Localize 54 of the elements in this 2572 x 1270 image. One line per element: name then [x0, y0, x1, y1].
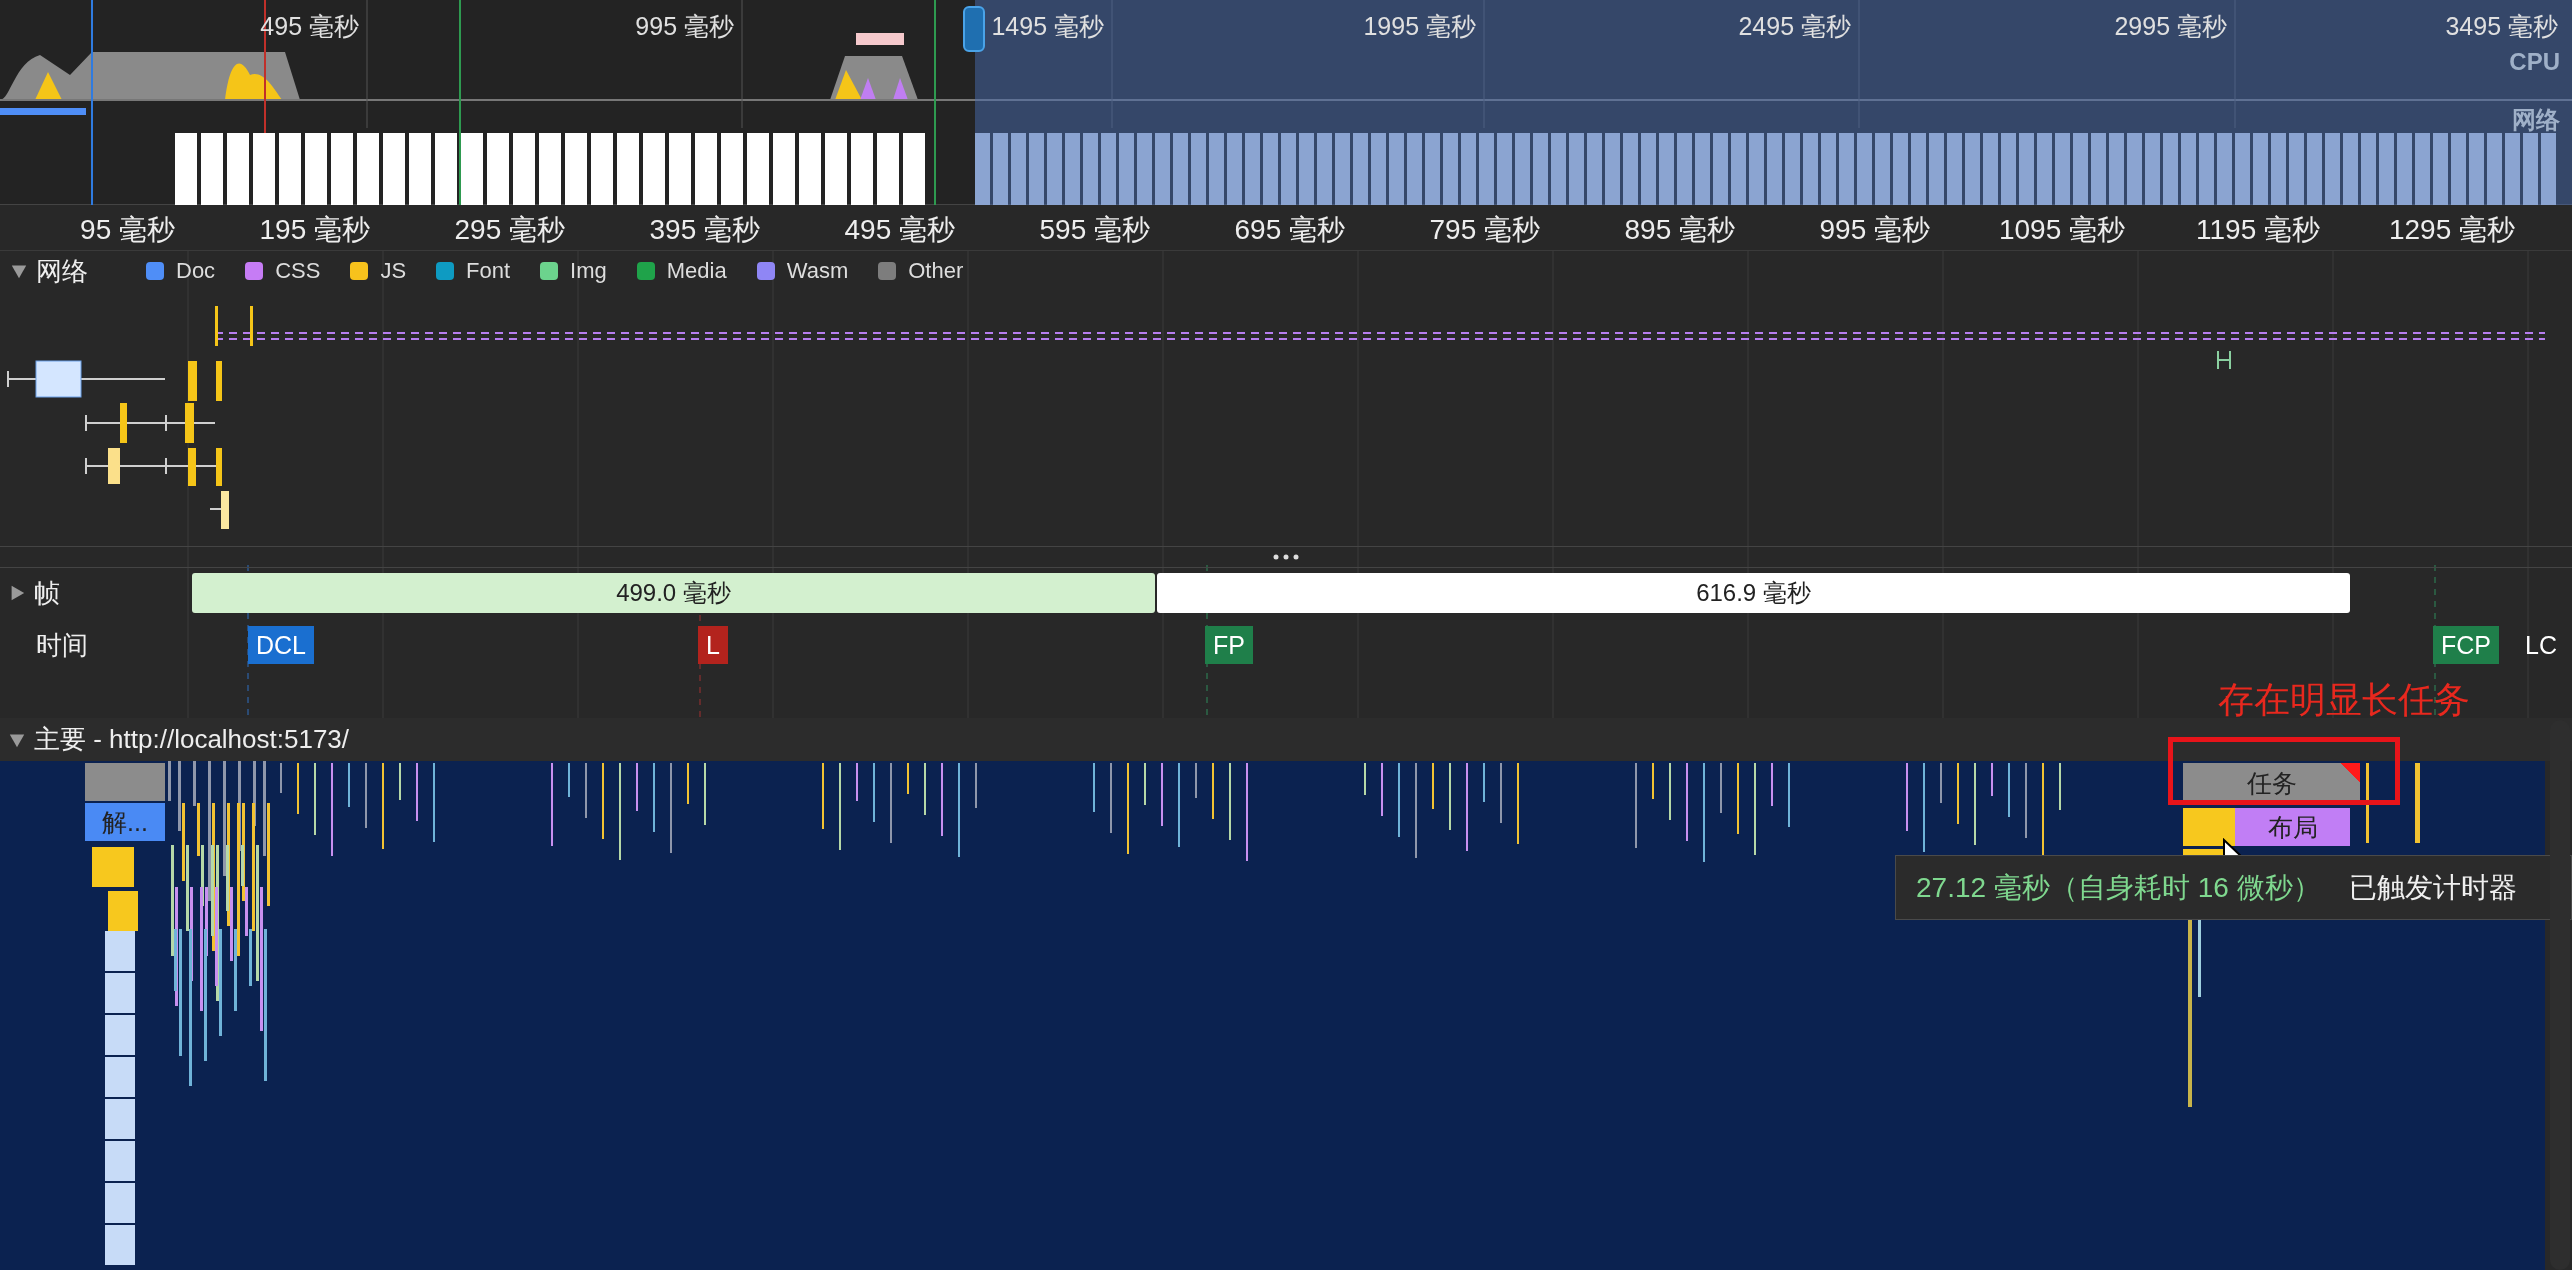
- flame-event[interactable]: 解...: [85, 803, 165, 841]
- frame-bar[interactable]: 499.0 毫秒: [192, 573, 1155, 613]
- legend-label: Wasm: [786, 258, 849, 284]
- ruler-tick-label: 295 毫秒: [454, 213, 565, 247]
- overview-time-label: 995 毫秒: [635, 11, 734, 42]
- track-title: 网络: [36, 254, 88, 288]
- timing-marker[interactable]: DCL: [248, 626, 314, 664]
- ruler-tick-label: 995 毫秒: [1819, 213, 1930, 247]
- legend-label: Img: [570, 258, 607, 284]
- ruler-tick-label: 1195 毫秒: [2196, 213, 2320, 247]
- track-label: CPU: [2509, 48, 2560, 76]
- legend-label: Media: [666, 258, 727, 284]
- ruler-tick-label: 95 毫秒: [80, 213, 175, 247]
- legend-label: CSS: [275, 258, 321, 284]
- legend-label: Font: [466, 258, 511, 284]
- legend-label: Doc: [176, 258, 216, 284]
- legend-label: JS: [380, 258, 407, 284]
- flame-event[interactable]: 布局: [2235, 808, 2350, 846]
- legend-label: Other: [908, 258, 964, 284]
- ruler-tick-label: 195 毫秒: [259, 213, 370, 247]
- overview-time-label: 2495 毫秒: [1738, 11, 1851, 42]
- cpu-script-area: [835, 70, 862, 100]
- ruler-tick-label: 595 毫秒: [1039, 213, 1150, 247]
- drag-handle-icon[interactable]: [1273, 554, 1299, 560]
- overview-time-label: 1995 毫秒: [1363, 11, 1476, 42]
- annotation-text: 存在明显长任务: [2218, 678, 2470, 722]
- frame-bar[interactable]: 616.9 毫秒: [1157, 573, 2350, 613]
- timing-marker[interactable]: L: [698, 626, 728, 664]
- cpu-script-area: [225, 63, 282, 100]
- long-task-marker: [856, 33, 904, 45]
- timing-marker[interactable]: LC: [2517, 626, 2565, 664]
- overview-time-label: 1495 毫秒: [991, 11, 1104, 42]
- flame-event[interactable]: 任务: [2183, 763, 2360, 803]
- track-title: 帧: [34, 576, 60, 610]
- timing-marker[interactable]: FCP: [2433, 626, 2499, 664]
- ruler-tick-label: 1295 毫秒: [2388, 213, 2515, 247]
- tooltip-title: 已触发计时器: [2348, 870, 2517, 905]
- ruler-tick-label: 1095 毫秒: [1998, 213, 2125, 247]
- ruler-tick-label: 395 毫秒: [649, 213, 760, 247]
- ruler-tick-label: 495 毫秒: [844, 213, 955, 247]
- ruler-tick-label: 795 毫秒: [1429, 213, 1540, 247]
- overview-time-label: 2995 毫秒: [2114, 11, 2227, 42]
- ruler-tick-label: 895 毫秒: [1624, 213, 1735, 247]
- cpu-style-area: [860, 78, 876, 100]
- cpu-script-area: [35, 72, 62, 100]
- tooltip-duration: 27.12 毫秒（自身耗时 16 微秒）: [1916, 870, 2321, 905]
- ruler-tick-label: 695 毫秒: [1234, 213, 1345, 247]
- track-title: 主要 - http://localhost:5173/: [34, 723, 350, 756]
- cpu-style-area: [893, 78, 908, 100]
- timing-marker[interactable]: FP: [1205, 626, 1253, 664]
- range-handle[interactable]: [963, 6, 985, 52]
- track-title: 时间: [36, 629, 88, 662]
- overview-time-label: 3495 毫秒: [2445, 11, 2558, 42]
- track-label: 网络: [2512, 105, 2560, 135]
